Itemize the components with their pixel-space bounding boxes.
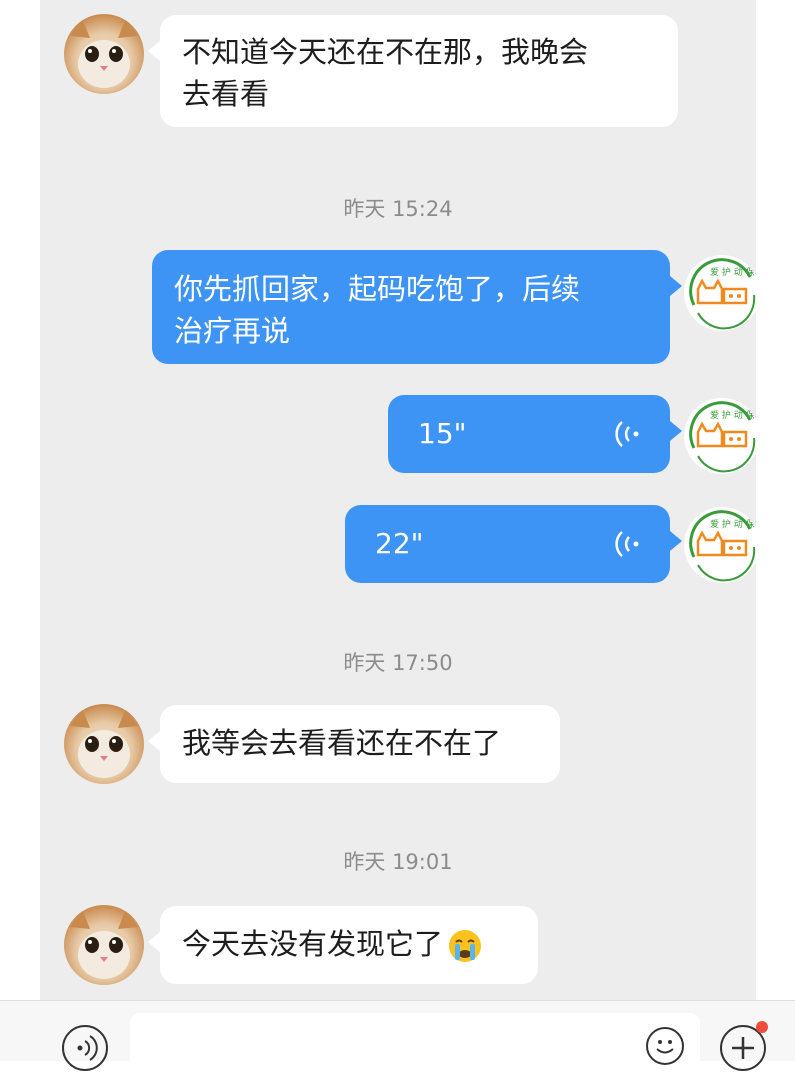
self-avatar[interactable]: 爱 护 动 保 xyxy=(684,398,760,474)
input-toolbar xyxy=(0,1000,795,1073)
svg-text:爱 护 动 保: 爱 护 动 保 xyxy=(710,266,755,278)
contact-avatar[interactable] xyxy=(64,704,144,784)
voice-duration: 15" xyxy=(418,417,467,450)
voice-duration: 22" xyxy=(375,527,424,560)
voice-wave-icon xyxy=(615,421,639,447)
message-text: 今天去没有发现它了 xyxy=(182,927,444,961)
self-avatar[interactable]: 爱 护 动 保 xyxy=(684,507,760,583)
message-bubble-incoming[interactable]: 今天去没有发现它了 xyxy=(148,906,538,984)
message-text-line: 去看看 xyxy=(182,77,270,111)
voice-message-bubble[interactable]: 22" xyxy=(345,505,682,583)
timestamp: 昨天 15:24 xyxy=(343,197,453,221)
contact-avatar[interactable] xyxy=(64,905,144,985)
voice-mode-button[interactable] xyxy=(62,1025,108,1071)
emoji-icon xyxy=(656,1040,674,1054)
svg-text:爱 护 动 保: 爱 护 动 保 xyxy=(710,518,755,530)
notification-dot xyxy=(756,1021,768,1033)
emoji-button[interactable] xyxy=(646,1027,684,1065)
message-text: 我等会去看看还在不在了 xyxy=(182,726,502,760)
timestamp: 昨天 19:01 xyxy=(343,850,453,874)
message-text-line: 不知道今天还在不在那，我晚会 xyxy=(182,35,589,69)
voice-mode-icon xyxy=(77,1035,98,1061)
message-bubble-incoming[interactable]: 不知道今天还在不在那，我晚会 去看看 xyxy=(148,15,678,127)
message-text-line: 治疗再说 xyxy=(174,314,291,348)
message-text-line: 你先抓回家，起码吃饱了，后续 xyxy=(174,272,581,306)
plus-icon xyxy=(732,1037,754,1059)
voice-wave-icon xyxy=(615,531,639,557)
timestamp: 昨天 17:50 xyxy=(343,651,453,675)
contact-avatar[interactable] xyxy=(64,14,144,94)
message-bubble-incoming[interactable]: 我等会去看看还在不在了 xyxy=(148,705,560,783)
voice-message-bubble[interactable]: 15" xyxy=(388,395,682,473)
message-input[interactable] xyxy=(130,1013,700,1073)
message-bubble-outgoing[interactable]: 你先抓回家，起码吃饱了，后续 治疗再说 xyxy=(152,250,682,364)
self-avatar[interactable]: 爱 护 动 保 xyxy=(684,255,760,331)
crying-face-emoji xyxy=(449,930,482,962)
svg-text:爱 护 动 保: 爱 护 动 保 xyxy=(710,409,755,421)
